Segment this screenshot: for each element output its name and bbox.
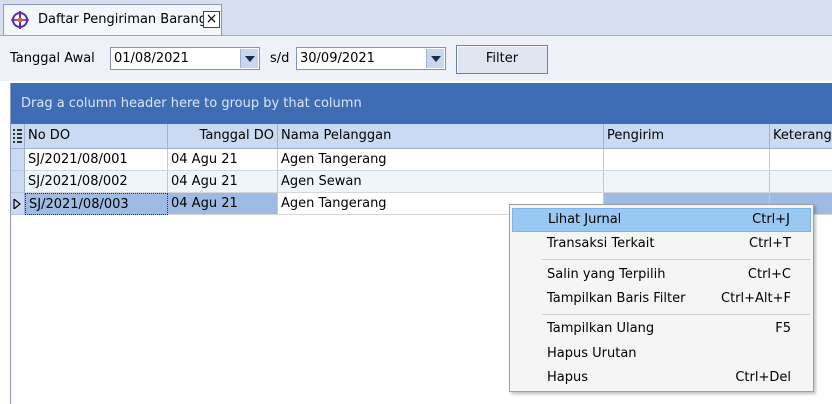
close-icon[interactable]: × — [203, 11, 220, 28]
cell-tanggal-do[interactable]: 04 Agu 21 — [168, 149, 278, 171]
menu-item-label: Hapus Urutan — [547, 346, 637, 361]
menu-item-label: Salin yang Terpilih — [547, 267, 666, 282]
chevron-down-icon[interactable] — [426, 49, 444, 68]
menu-item-shortcut: Ctrl+C — [747, 267, 791, 282]
cell-keterangan[interactable] — [770, 171, 832, 193]
menu-item-hapus[interactable]: Hapus Ctrl+Del — [512, 366, 811, 390]
tab-daftar-pengiriman[interactable]: Daftar Pengiriman Barang × — [3, 4, 222, 35]
column-header-no-do[interactable]: No DO — [25, 124, 168, 148]
cell-no-do[interactable]: SJ/2021/08/001 — [25, 149, 168, 171]
menu-item-label: Tampilkan Ulang — [547, 321, 655, 336]
document-tabstrip: Daftar Pengiriman Barang × — [0, 0, 832, 36]
menu-item-shortcut: Ctrl+J — [752, 212, 790, 227]
cell-keterangan[interactable] — [770, 149, 832, 171]
row-indicator[interactable] — [11, 149, 25, 171]
cell-no-do[interactable]: SJ/2021/08/003 — [25, 193, 168, 215]
menu-item-tampilkan-baris-filter[interactable]: Tampilkan Baris Filter Ctrl+Alt+F — [512, 287, 811, 311]
start-date-value: 01/08/2021 — [114, 51, 189, 66]
cell-pengirim[interactable] — [604, 149, 770, 171]
chevron-down-icon[interactable] — [240, 49, 258, 68]
row-indicator[interactable] — [11, 193, 25, 215]
context-menu: Lihat Jurnal Ctrl+J Transaksi Terkait Ct… — [509, 204, 814, 392]
cell-nama-pelanggan[interactable]: Agen Tangerang — [278, 149, 604, 171]
table-row[interactable]: SJ/2021/08/002 04 Agu 21 Agen Sewan — [11, 171, 832, 193]
menu-item-shortcut: F5 — [775, 321, 791, 336]
cell-tanggal-do[interactable]: 04 Agu 21 — [168, 171, 278, 193]
menu-separator — [542, 259, 810, 260]
end-date-value: 30/09/2021 — [300, 51, 375, 66]
current-row-arrow-icon — [13, 199, 21, 209]
table-row[interactable]: SJ/2021/08/001 04 Agu 21 Agen Tangerang — [11, 149, 832, 171]
tab-title: Daftar Pengiriman Barang — [38, 12, 207, 27]
column-header-keterangan[interactable]: Keterangan — [770, 124, 832, 148]
menu-item-hapus-urutan[interactable]: Hapus Urutan — [512, 342, 811, 366]
menu-item-label: Lihat Jurnal — [548, 212, 622, 227]
column-chooser-icon[interactable] — [11, 124, 25, 148]
end-date-picker[interactable]: 30/09/2021 — [296, 47, 446, 70]
app-logo-icon — [10, 10, 30, 30]
menu-item-label: Tampilkan Baris Filter — [547, 291, 686, 306]
menu-separator — [542, 314, 810, 315]
menu-item-shortcut: Ctrl+Del — [735, 370, 791, 385]
menu-item-salin-terpilih[interactable]: Salin yang Terpilih Ctrl+C — [512, 263, 811, 287]
menu-item-tampilkan-ulang[interactable]: Tampilkan Ulang F5 — [512, 317, 811, 341]
column-header-nama-pelanggan[interactable]: Nama Pelanggan — [278, 124, 604, 148]
menu-item-label: Transaksi Terkait — [547, 236, 655, 251]
menu-item-shortcut: Ctrl+T — [749, 236, 791, 251]
cell-no-do[interactable]: SJ/2021/08/002 — [25, 171, 168, 193]
filter-button[interactable]: Filter — [456, 45, 548, 74]
cell-nama-pelanggan[interactable]: Agen Sewan — [278, 171, 604, 193]
start-date-label: Tanggal Awal — [10, 51, 95, 66]
column-header-pengirim[interactable]: Pengirim — [604, 124, 770, 148]
menu-item-transaksi-terkait[interactable]: Transaksi Terkait Ctrl+T — [512, 232, 811, 256]
menu-item-lihat-jurnal[interactable]: Lihat Jurnal Ctrl+J — [512, 208, 811, 232]
menu-item-shortcut: Ctrl+Alt+F — [721, 291, 791, 306]
row-indicator[interactable] — [11, 171, 25, 193]
column-header-tanggal-do[interactable]: Tanggal DO — [168, 124, 278, 148]
menu-item-label: Hapus — [547, 370, 589, 385]
start-date-picker[interactable]: 01/08/2021 — [110, 47, 260, 70]
cell-tanggal-do[interactable]: 04 Agu 21 — [168, 193, 278, 215]
date-separator-label: s/d — [270, 51, 290, 66]
group-by-panel[interactable]: Drag a column header here to group by th… — [11, 83, 832, 124]
grid-header: No DO Tanggal DO Nama Pelanggan Pengirim… — [11, 124, 832, 149]
cell-pengirim[interactable] — [604, 171, 770, 193]
